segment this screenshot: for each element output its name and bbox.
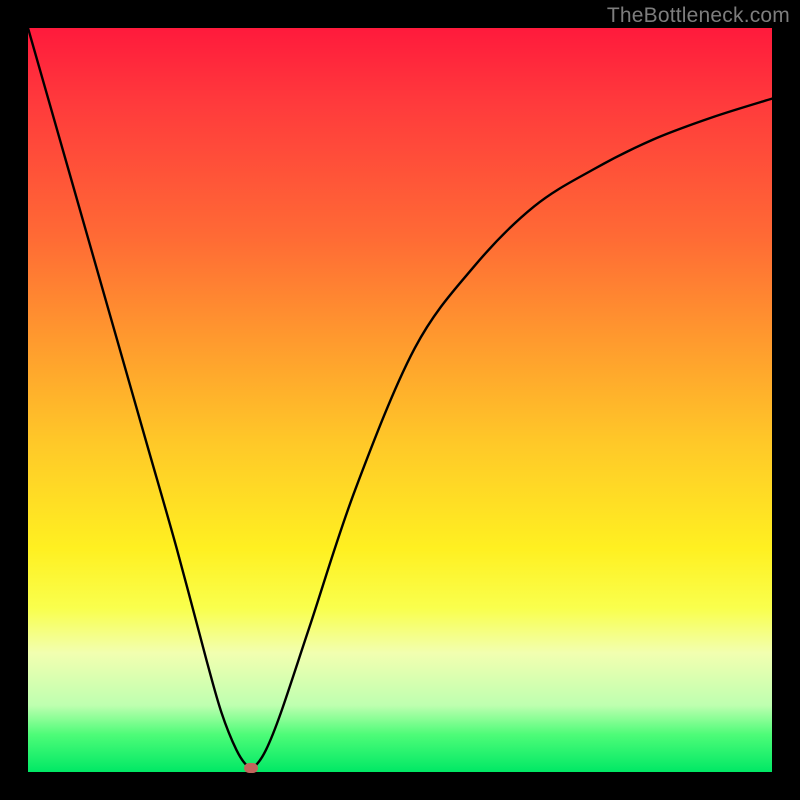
bottleneck-curve	[28, 28, 772, 772]
curve-path	[28, 28, 772, 768]
optimal-point-marker	[244, 763, 258, 773]
watermark-text: TheBottleneck.com	[607, 4, 790, 28]
chart-plot-area	[28, 28, 772, 772]
chart-frame: TheBottleneck.com	[0, 0, 800, 800]
